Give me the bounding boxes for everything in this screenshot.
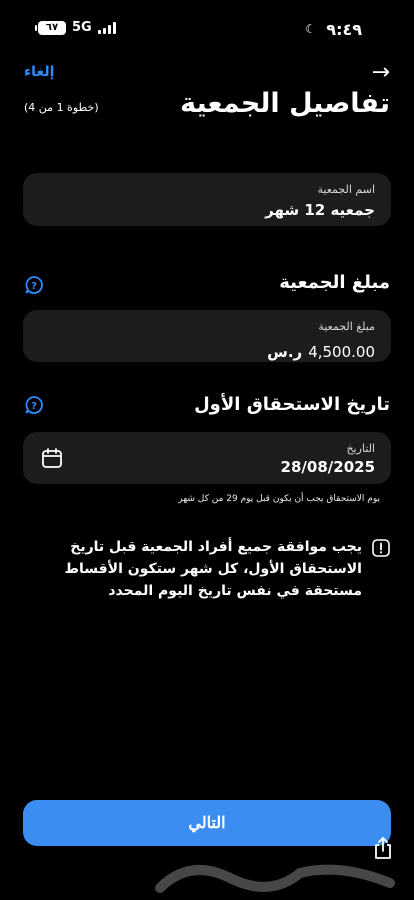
notice-box: يجب موافقة جميع أفراد الجمعية قبل تاريخ … [50,536,390,602]
battery-icon: ٦٧ [35,20,66,35]
battery-level: ٦٧ [45,22,59,33]
group-name-field[interactable]: اسم الجمعية جمعيه 12 شهر [23,173,391,226]
amount-field[interactable]: مبلغ الجمعية ر.س 4,500.00 [23,310,391,362]
group-name-value[interactable]: جمعيه 12 شهر [265,201,375,219]
status-bar: ٦٧ 5G ☾ ٩:٤٩ [0,0,414,60]
svg-text:?: ? [31,401,37,412]
back-arrow-icon[interactable]: → [372,60,390,85]
riyal-symbol: ر.س [267,343,303,361]
help-icon[interactable]: ? [24,395,44,415]
status-indicators: ٦٧ 5G [35,20,116,35]
step-indicator: (خطوة 1 من 4) [24,101,99,114]
alert-icon [372,539,390,557]
date-field[interactable]: التاريخ 28/08/2025 [23,432,391,484]
amount-label: مبلغ الجمعية [318,320,375,333]
signal-icon [97,21,116,34]
date-section-title: تاريخ الاستحقاق الأول [194,394,390,415]
date-label: التاريخ [346,442,375,455]
network-label: 5G [72,20,92,35]
page-title: تفاصيل الجمعية [180,88,390,119]
calendar-icon[interactable] [41,447,63,469]
date-value[interactable]: 28/08/2025 [281,458,375,476]
cancel-link[interactable]: إلغاء [24,64,54,80]
amount-section-title: مبلغ الجمعية [279,272,390,293]
next-button[interactable]: التالي [23,800,391,846]
status-time: ٩:٤٩ [326,20,362,39]
focus-icon: ☾ [305,22,316,36]
group-name-label: اسم الجمعية [317,183,375,196]
watermark-logo [155,864,395,893]
amount-value-row: ر.س 4,500.00 [267,343,375,361]
help-icon[interactable]: ? [24,275,44,295]
svg-text:?: ? [31,281,37,292]
notice-text: يجب موافقة جميع أفراد الجمعية قبل تاريخ … [64,539,362,599]
date-hint: يوم الاستحقاق يجب أن يكون قبل يوم 29 من … [178,494,380,504]
amount-value[interactable]: 4,500.00 [308,343,375,361]
